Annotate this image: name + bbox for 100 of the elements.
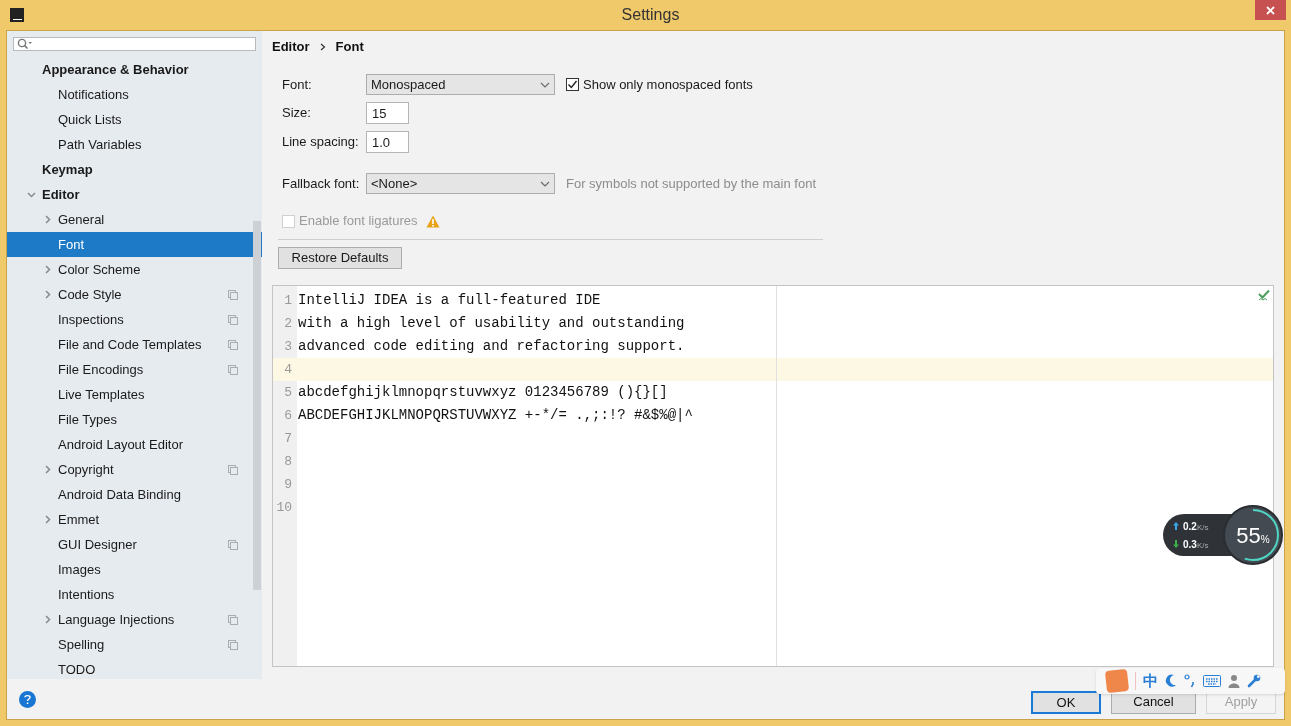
moon-icon[interactable]	[1165, 674, 1177, 688]
field-label: Size:	[282, 104, 312, 123]
tree-item[interactable]: Emmet	[7, 507, 262, 532]
user-icon[interactable]	[1228, 674, 1240, 688]
checkbox[interactable]	[566, 78, 579, 91]
chevron-down-icon[interactable]	[27, 190, 36, 199]
code-text: advanced code editing and refactoring support.	[298, 337, 685, 356]
tree-item-label: Appearance & Behavior	[42, 60, 190, 79]
tree-item[interactable]: GUI Designer	[7, 532, 262, 557]
tree-item-label: Intentions	[58, 585, 116, 604]
wrench-icon[interactable]	[1247, 674, 1261, 688]
chevron-right-icon[interactable]	[43, 215, 52, 224]
tree-item[interactable]: Font	[7, 232, 262, 257]
tree-item-label: GUI Designer	[58, 535, 138, 554]
check-icon	[1258, 289, 1270, 301]
line-number: 6	[283, 406, 293, 425]
dropdown[interactable]: Monospaced	[366, 74, 555, 95]
tree-item[interactable]: File Types	[7, 407, 262, 432]
dialog-button[interactable]: OK	[1031, 690, 1101, 714]
tree-item[interactable]: Appearance & Behavior	[7, 57, 262, 82]
ime-mode-toggle[interactable]: 中	[1143, 669, 1158, 693]
chevron-right-icon[interactable]	[43, 465, 52, 474]
upload-speed: 0.2	[1183, 519, 1197, 534]
tree-item-label: Notifications	[58, 85, 130, 104]
tree-item-label: Android Layout Editor	[58, 435, 185, 454]
window-title: Settings	[621, 5, 680, 25]
tree-item[interactable]: Keymap	[7, 157, 262, 182]
tree-item[interactable]: Color Scheme	[7, 257, 262, 282]
tree-item[interactable]: Quick Lists	[7, 107, 262, 132]
keyboard-icon[interactable]	[1203, 675, 1221, 687]
chevron-right-icon[interactable]	[43, 290, 52, 299]
punctuation-icon[interactable]	[1184, 674, 1196, 688]
usage-percent: 55	[1236, 521, 1261, 550]
tree-item-label: File and Code Templates	[58, 335, 203, 354]
speed-unit: K/s	[1196, 539, 1209, 552]
tree-item[interactable]: Intentions	[7, 582, 262, 607]
tree-item[interactable]: TODO	[7, 657, 262, 682]
tree-item-label: Keymap	[42, 160, 94, 179]
search-icon	[17, 38, 33, 50]
tree-item-label: Code Style	[58, 285, 123, 304]
tree-item[interactable]: Language Injections	[7, 607, 262, 632]
tree-item[interactable]: File and Code Templates	[7, 332, 262, 357]
chevron-right-icon[interactable]	[43, 265, 52, 274]
tree-item[interactable]: Editor	[7, 182, 262, 207]
line-number: 2	[283, 314, 293, 333]
code-text: with a high level of usability and outstanding	[298, 314, 685, 333]
scrollbar[interactable]	[253, 221, 261, 590]
restore-defaults-button[interactable]: Restore Defaults	[278, 247, 402, 269]
percent-sign: %	[1260, 533, 1270, 547]
chevron-right-icon[interactable]	[43, 615, 52, 624]
tree-item-label: Editor	[42, 185, 81, 204]
copy-icon	[228, 289, 238, 300]
code-text: ABCDEFGHIJKLMNOPQRSTUVWXYZ +-*/= .,;:!? #&$%@|^	[298, 406, 693, 425]
tree-item-label: Path Variables	[58, 135, 143, 154]
tree-item[interactable]: Notifications	[7, 82, 262, 107]
line-number: 8	[283, 452, 293, 471]
close-icon	[1266, 5, 1275, 15]
field-label: Line spacing:	[282, 133, 360, 152]
line-number: 7	[283, 429, 293, 448]
tree-item[interactable]: Path Variables	[7, 132, 262, 157]
warning-icon	[425, 214, 440, 228]
chevron-down-icon	[540, 81, 550, 88]
help-icon[interactable]	[19, 690, 36, 708]
tree-item-label: Color Scheme	[58, 260, 142, 279]
tree-item[interactable]: General	[7, 207, 262, 232]
tree-item[interactable]: Inspections	[7, 307, 262, 332]
dropdown[interactable]: <None>	[366, 173, 555, 194]
ime-logo-icon[interactable]	[1104, 668, 1130, 694]
line-number: 1	[283, 291, 293, 310]
close-button[interactable]	[1255, 0, 1286, 20]
tree-item-label: Images	[58, 560, 102, 579]
tree-item[interactable]: Spelling	[7, 632, 262, 657]
tree-item-label: Inspections	[58, 310, 125, 329]
hint-text: For symbols not supported by the main font	[566, 174, 816, 193]
copy-icon	[228, 364, 238, 375]
tree-item[interactable]: Live Templates	[7, 382, 262, 407]
tree-item[interactable]: Android Layout Editor	[7, 432, 262, 457]
line-number: 9	[283, 475, 293, 494]
input-field[interactable]: 1.0	[366, 131, 409, 153]
input-field[interactable]: 15	[366, 102, 409, 124]
tree-item[interactable]: Android Data Binding	[7, 482, 262, 507]
arrow-up-icon	[1173, 522, 1179, 530]
copy-icon	[228, 539, 238, 550]
tree-item-label: File Encodings	[58, 360, 145, 379]
tree-item-label: Copyright	[58, 460, 115, 479]
tree-item[interactable]: Images	[7, 557, 262, 582]
chevron-down-icon	[540, 180, 550, 187]
search-field[interactable]	[13, 37, 256, 51]
chevron-right-icon[interactable]	[43, 515, 52, 524]
code-text: abcdefghijklmnopqrstuvwxyz 0123456789 (){}[]	[298, 383, 668, 402]
copy-icon	[228, 464, 238, 475]
tree-item-label: Language Injections	[58, 610, 176, 629]
tree-item-label: Font	[58, 235, 85, 254]
breadcrumb-item: Font	[335, 38, 364, 57]
app-logo-icon	[10, 8, 24, 22]
tree-item[interactable]: Code Style	[7, 282, 262, 307]
tree-item-label: General	[58, 210, 106, 229]
tree-item[interactable]: File Encodings	[7, 357, 262, 382]
tree-item[interactable]: Copyright	[7, 457, 262, 482]
copy-icon	[228, 614, 238, 625]
